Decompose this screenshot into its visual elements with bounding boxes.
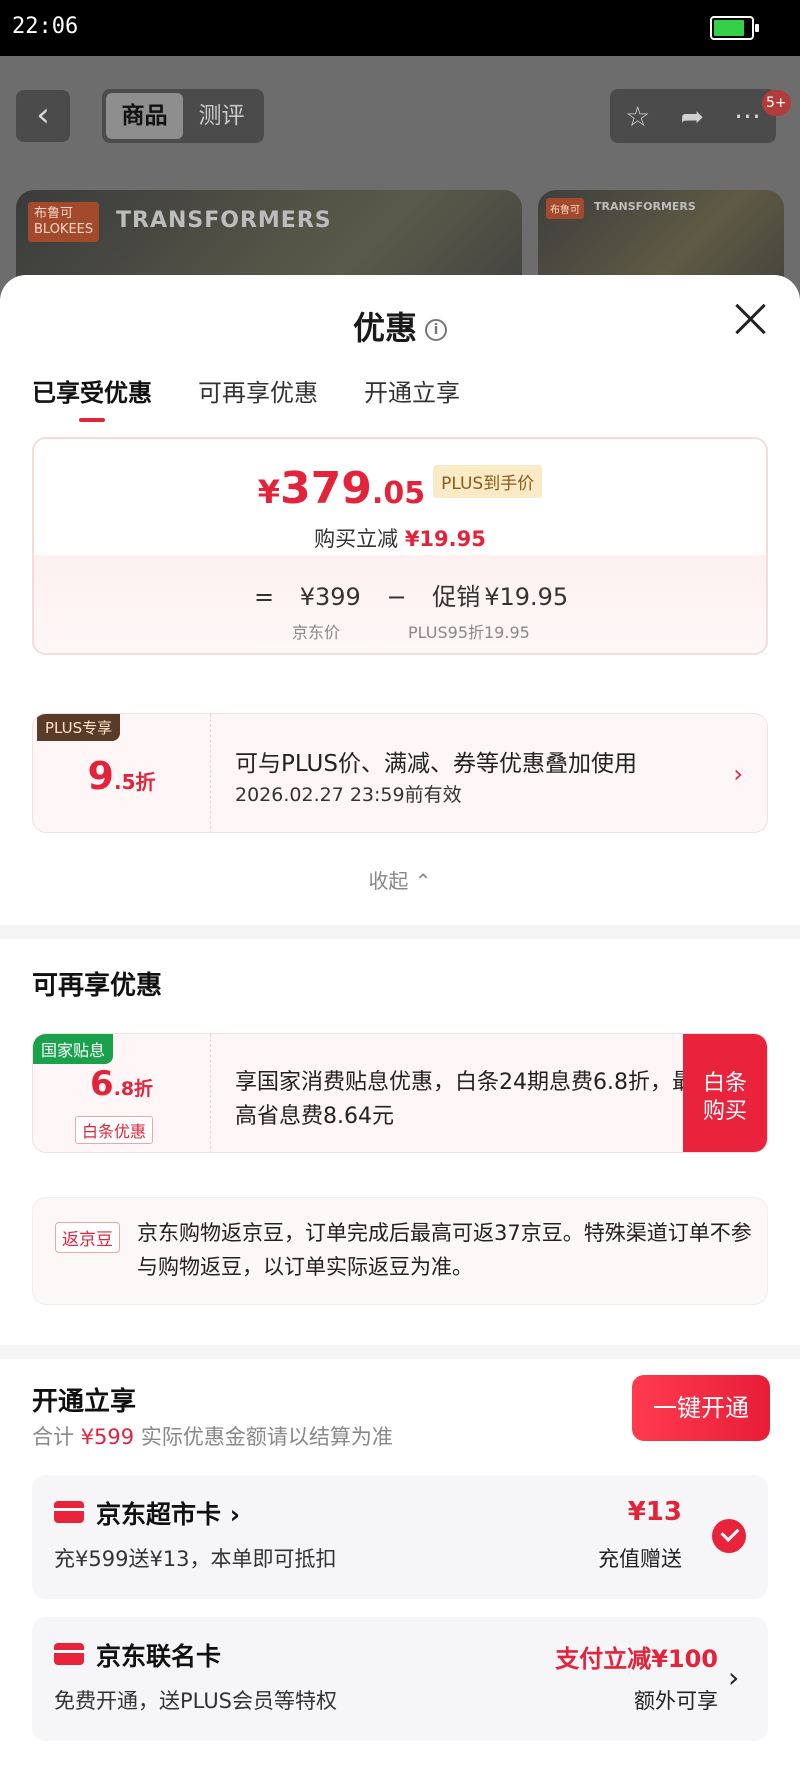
- supermarket-card-offer[interactable]: 京东超市卡 › 充¥599送¥13，本单即可抵扣 ¥13 充值赠送: [32, 1475, 768, 1599]
- brand-name: TRANSFORMERS: [116, 208, 332, 233]
- checkmark-icon[interactable]: [712, 1519, 746, 1553]
- one-click-open-button[interactable]: 一键开通: [632, 1375, 770, 1441]
- discount-small: .8折: [113, 1078, 154, 1100]
- total-line: 合计 ¥599 实际优惠金额请以结算为准: [32, 1421, 393, 1451]
- tab-enjoyed[interactable]: 已享受优惠: [32, 373, 152, 422]
- offer-name: 京东联名卡: [96, 1642, 222, 1671]
- more-offers-title: 可再享优惠: [32, 971, 163, 1001]
- chevron-left-icon: ‹: [36, 95, 50, 135]
- section-divider: [0, 1345, 800, 1359]
- baitiao-tag: 白条优惠: [75, 1116, 154, 1144]
- subsidy-desc: 享国家消费贴息优惠，白条24期息费6.8折，最高省息费8.64元: [235, 1070, 694, 1129]
- offer-sub: 额外可享: [634, 1689, 718, 1713]
- button-line-2: 购买: [702, 1099, 747, 1124]
- subsidy-value: 6.8折: [33, 1064, 210, 1104]
- total-note: 实际优惠金额请以结算为准: [140, 1425, 393, 1449]
- card-icon: [54, 1501, 84, 1523]
- plus-validity: 2026.02.27 23:59前有效: [235, 784, 462, 806]
- plus-badge: PLUS专享: [37, 714, 121, 741]
- discount-big: 9: [87, 754, 114, 798]
- share-icon[interactable]: ➦: [680, 100, 703, 133]
- offer-value: 支付立减¥100: [555, 1645, 718, 1673]
- button-line-1: 白条: [702, 1071, 747, 1096]
- brand-name: TRANSFORMERS: [594, 200, 696, 213]
- status-time: 22:06: [12, 14, 79, 39]
- battery-fill: [714, 20, 744, 36]
- sheet-title-text: 优惠: [352, 309, 417, 347]
- plus-price-tag: PLUS到手价: [433, 465, 543, 498]
- total-label: 合计: [32, 1425, 74, 1449]
- close-icon[interactable]: [730, 299, 770, 339]
- minus-sign: −: [386, 583, 407, 611]
- offer-desc: 充¥599送¥13，本单即可抵扣: [54, 1547, 337, 1571]
- sheet-tabs: 已享受优惠 可再享优惠 开通立享: [32, 373, 460, 422]
- chevron-right-icon[interactable]: ›: [728, 1661, 739, 1694]
- final-price-dec: .05: [371, 476, 426, 511]
- instant-reduction: 购买立减 ¥19.95: [34, 523, 766, 553]
- reduce-label: 购买立减: [314, 527, 399, 551]
- bean-tag: 返京豆: [55, 1222, 120, 1253]
- plus-exclusive-card[interactable]: 9.5折 PLUS专享 可与PLUS价、满减、券等优惠叠加使用 2026.02.…: [32, 713, 768, 833]
- header-actions: ☆ ➦ ···: [610, 89, 776, 143]
- reduce-value: ¥19.95: [404, 527, 486, 551]
- message-badge: 5+: [762, 90, 791, 116]
- tab-more-offers[interactable]: 可再享优惠: [198, 373, 318, 408]
- national-subsidy-badge: 国家贴息: [33, 1034, 114, 1064]
- section-divider: [0, 925, 800, 939]
- brand-logo: 布鲁可: [546, 198, 584, 219]
- card-icon: [54, 1643, 84, 1665]
- bean-desc: 京东购物返京豆，订单完成后最高可返37京豆。特殊渠道订单不参与购物返豆，以订单实…: [137, 1221, 752, 1279]
- tab-review[interactable]: 测评: [183, 93, 260, 139]
- offer-desc: 免费开通，送PLUS会员等特权: [54, 1689, 338, 1713]
- tab-open-now[interactable]: 开通立享: [364, 373, 460, 408]
- open-section-title: 开通立享: [32, 1387, 137, 1417]
- status-bar: 22:06: [0, 0, 800, 56]
- star-icon[interactable]: ☆: [625, 100, 650, 133]
- price-formula: = ¥399 − 促销 ¥19.95: [254, 577, 586, 612]
- page-tabs: 商品 测评: [102, 89, 264, 143]
- final-price-int: 379: [280, 463, 372, 514]
- promo-value: ¥19.95: [484, 583, 569, 611]
- plus-desc: 可与PLUS价、满减、券等优惠叠加使用: [235, 751, 637, 777]
- offer-value: ¥13: [627, 1497, 682, 1527]
- equals-sign: =: [254, 583, 275, 611]
- jd-bean-card: 返京豆 京东购物返京豆，订单完成后最高可返37京豆。特殊渠道订单不参与购物返豆，…: [32, 1197, 768, 1305]
- more-icon[interactable]: ···: [734, 100, 761, 133]
- baitiao-buy-button[interactable]: 白条 购买: [683, 1034, 767, 1152]
- promo-label: 促销: [432, 583, 481, 611]
- info-icon[interactable]: i: [425, 319, 447, 341]
- jd-price: ¥399: [299, 583, 361, 611]
- collapse-button[interactable]: 收起 ⌃: [0, 865, 800, 894]
- final-price: ¥379.05 PLUS到手价: [34, 463, 766, 514]
- currency-symbol: ¥: [257, 473, 281, 511]
- total-value: ¥599: [80, 1425, 135, 1449]
- chevron-right-icon: ›: [733, 760, 743, 788]
- sheet-title: 优惠 i: [0, 303, 800, 349]
- subsidy-card: 6.8折 白条优惠 国家贴息 享国家消费贴息优惠，白条24期息费6.8折，最高省…: [32, 1033, 768, 1153]
- battery-icon: [710, 16, 759, 40]
- jd-price-label: 京东价: [292, 623, 341, 642]
- promo-sub: PLUS95折19.95: [408, 623, 530, 642]
- discount-sheet: 优惠 i 已享受优惠 可再享优惠 开通立享 ¥379.05 PLUS到手价 购买立减…: [0, 275, 800, 1777]
- brand-logo: 布鲁可 BLOKEES: [28, 202, 100, 242]
- offer-sub: 充值赠送: [598, 1547, 682, 1571]
- discount-big: 6: [89, 1064, 114, 1104]
- price-card: ¥379.05 PLUS到手价 购买立减 ¥19.95 = ¥399 − 促销 ¥1…: [32, 437, 768, 655]
- tab-product[interactable]: 商品: [106, 93, 183, 139]
- discount-small: .5折: [113, 770, 156, 794]
- offer-name[interactable]: 京东超市卡 ›: [96, 1495, 240, 1531]
- co-branded-card-offer[interactable]: 京东联名卡 免费开通，送PLUS会员等特权 支付立减¥100 额外可享 ›: [32, 1617, 768, 1741]
- back-button[interactable]: ‹: [16, 90, 70, 142]
